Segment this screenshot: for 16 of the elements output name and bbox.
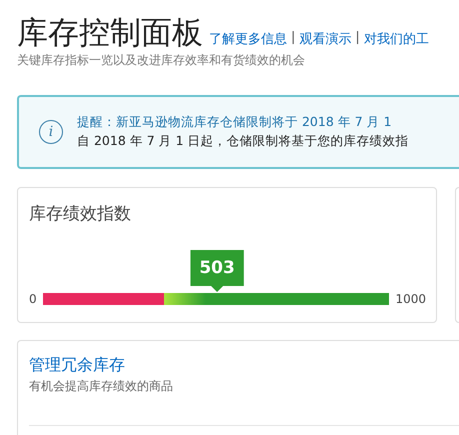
alert-text: 提醒：新亚马逊物流库存仓储限制将于 2018 年 7 月 1 — [77, 114, 393, 131]
card-title: 库存绩效指数 — [29, 203, 132, 225]
score-badge: 503 — [190, 250, 244, 292]
link-separator: | — [355, 30, 360, 47]
gauge-min: 0 — [29, 292, 37, 306]
card-title-link[interactable]: 管理冗余库存 — [29, 355, 125, 376]
page-title: 库存控制面板 — [17, 14, 203, 52]
card-subtitle: 有机会提高库存绩效的商品 — [29, 378, 173, 395]
gauge-max: 1000 — [395, 292, 426, 306]
header-link[interactable]: 观看演示 — [299, 30, 352, 48]
header-link[interactable]: 对我们的工 — [364, 30, 429, 48]
header-link[interactable]: 了解更多信息 — [209, 30, 287, 48]
alert-text: 自 2018 年 7 月 1 日起，仓储限制将基于您的库存绩效指 — [77, 133, 409, 150]
page-subtitle: 关键库存指标一览以及改进库存效率和有货绩效的机会 — [17, 52, 306, 69]
link-separator: | — [291, 30, 296, 47]
info-icon: i — [39, 120, 63, 144]
